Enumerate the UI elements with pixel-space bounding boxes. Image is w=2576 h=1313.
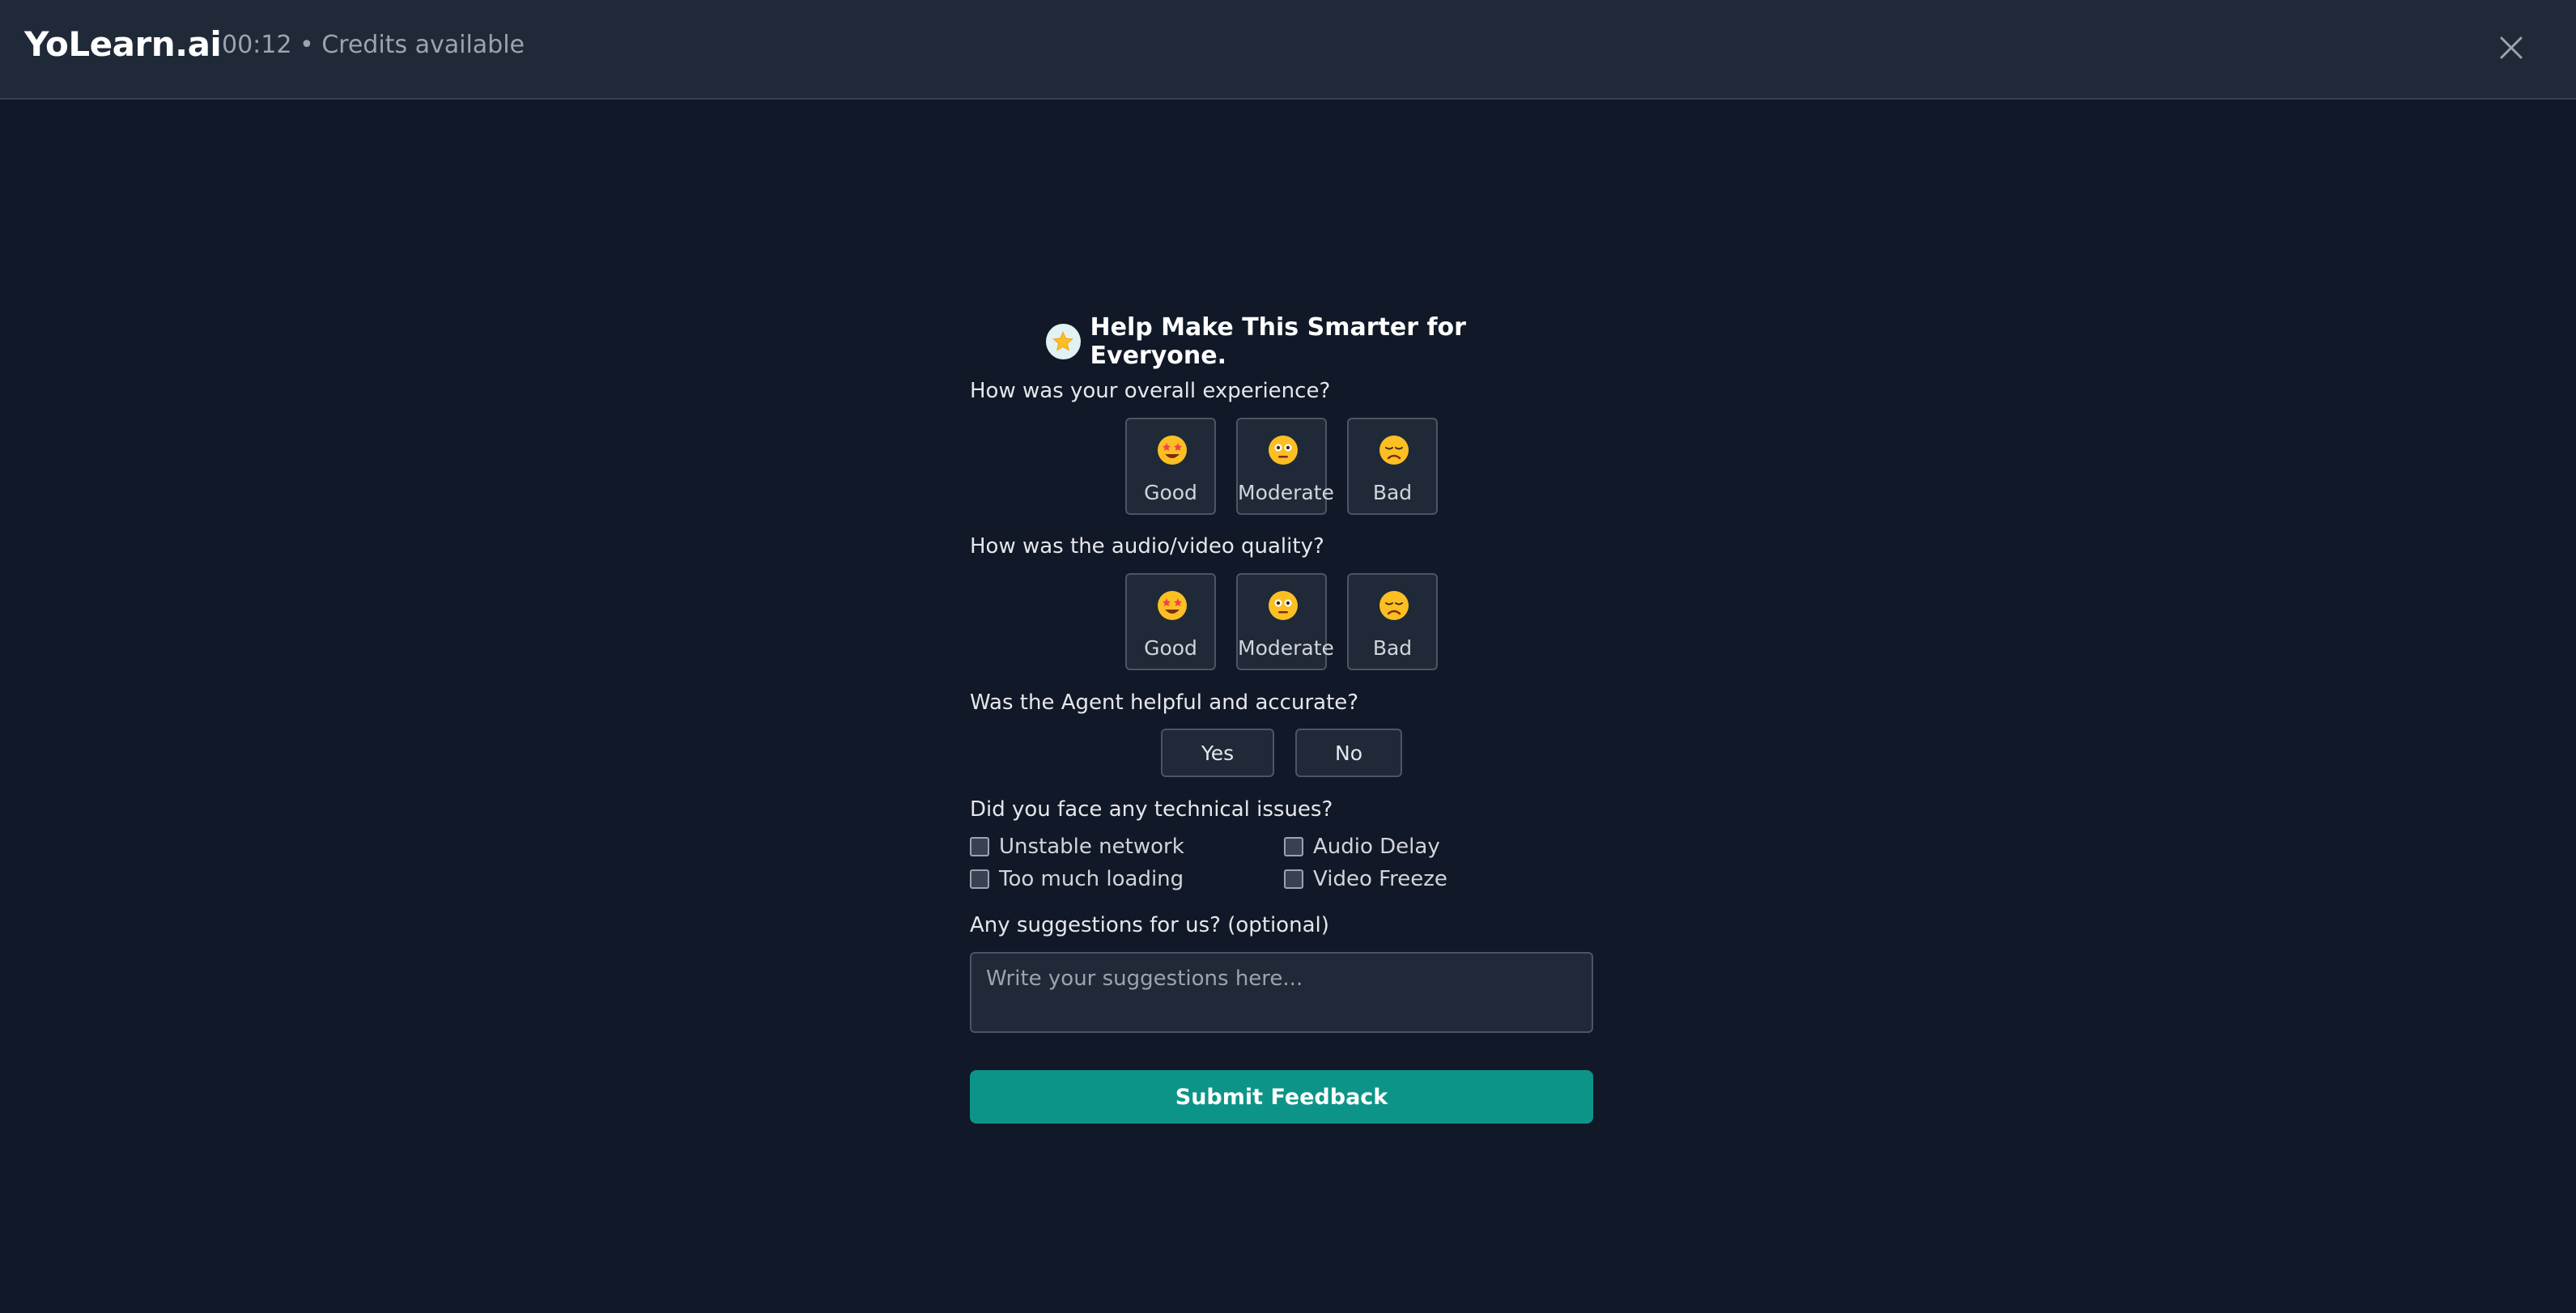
- issue-audio-delay-label: Audio Delay: [1313, 835, 1440, 859]
- issue-audio-delay-checkbox[interactable]: Audio Delay: [1284, 835, 1440, 859]
- issue-too-much-loading-label: Too much loading: [999, 867, 1184, 891]
- disappointed-emoji-icon: [1379, 591, 1409, 620]
- star-struck-emoji-icon: [1158, 591, 1187, 620]
- star-struck-emoji-icon: [1158, 436, 1187, 465]
- disappointed-emoji-icon: [1379, 436, 1409, 465]
- overall-bad-option[interactable]: Bad: [1347, 418, 1438, 515]
- neutral-emoji-icon: [1269, 591, 1298, 620]
- av-good-option[interactable]: Good: [1125, 573, 1216, 670]
- neutral-emoji-icon: [1269, 436, 1298, 465]
- overall-moderate-label: Moderate: [1238, 481, 1334, 504]
- av-bad-option[interactable]: Bad: [1347, 573, 1438, 670]
- overall-good-option[interactable]: Good: [1125, 418, 1216, 515]
- av-good-label: Good: [1144, 636, 1197, 660]
- issue-video-freeze-checkbox[interactable]: Video Freeze: [1284, 867, 1447, 891]
- brand-logo: YoLearn.ai: [24, 24, 222, 64]
- agent-question: Was the Agent helpful and accurate?: [970, 690, 1359, 715]
- issues-question: Did you face any technical issues?: [970, 797, 1333, 822]
- submit-feedback-button[interactable]: Submit Feedback: [970, 1070, 1593, 1124]
- av-moderate-label: Moderate: [1238, 636, 1334, 660]
- checkbox-box[interactable]: [970, 869, 989, 889]
- issue-unstable-network-checkbox[interactable]: Unstable network: [970, 835, 1184, 859]
- form-title: Help Make This Smarter for Everyone.: [1046, 313, 1593, 370]
- overall-bad-label: Bad: [1372, 481, 1413, 504]
- issue-video-freeze-label: Video Freeze: [1313, 867, 1447, 891]
- av-quality-question: How was the audio/video quality?: [970, 534, 1324, 559]
- agent-yes-button[interactable]: Yes: [1161, 729, 1274, 777]
- session-status: 00:12 • Credits available: [222, 31, 525, 59]
- overall-rating-group: Good Moderate Bad: [1125, 418, 1438, 515]
- suggestions-textarea[interactable]: Write your suggestions here...: [970, 952, 1593, 1033]
- form-title-text: Help Make This Smarter for Everyone.: [1090, 313, 1466, 370]
- close-icon: [2500, 36, 2523, 59]
- top-bar: YoLearn.ai 00:12 • Credits available: [0, 0, 2576, 100]
- checkbox-box[interactable]: [1284, 869, 1303, 889]
- suggestions-question: Any suggestions for us? (optional): [970, 913, 1329, 937]
- close-button[interactable]: [2485, 28, 2537, 68]
- overall-question: How was your overall experience?: [970, 379, 1331, 403]
- av-bad-label: Bad: [1372, 636, 1413, 660]
- issue-too-much-loading-checkbox[interactable]: Too much loading: [970, 867, 1184, 891]
- agent-no-button[interactable]: No: [1295, 729, 1402, 777]
- checkbox-box[interactable]: [1284, 837, 1303, 856]
- star-icon: [1046, 324, 1081, 359]
- checkbox-box[interactable]: [970, 837, 989, 856]
- overall-moderate-option[interactable]: Moderate: [1236, 418, 1334, 515]
- av-moderate-option[interactable]: Moderate: [1236, 573, 1334, 670]
- overall-good-label: Good: [1144, 481, 1197, 504]
- issue-unstable-network-label: Unstable network: [999, 835, 1184, 859]
- av-quality-rating-group: Good Moderate Bad: [1125, 573, 1438, 670]
